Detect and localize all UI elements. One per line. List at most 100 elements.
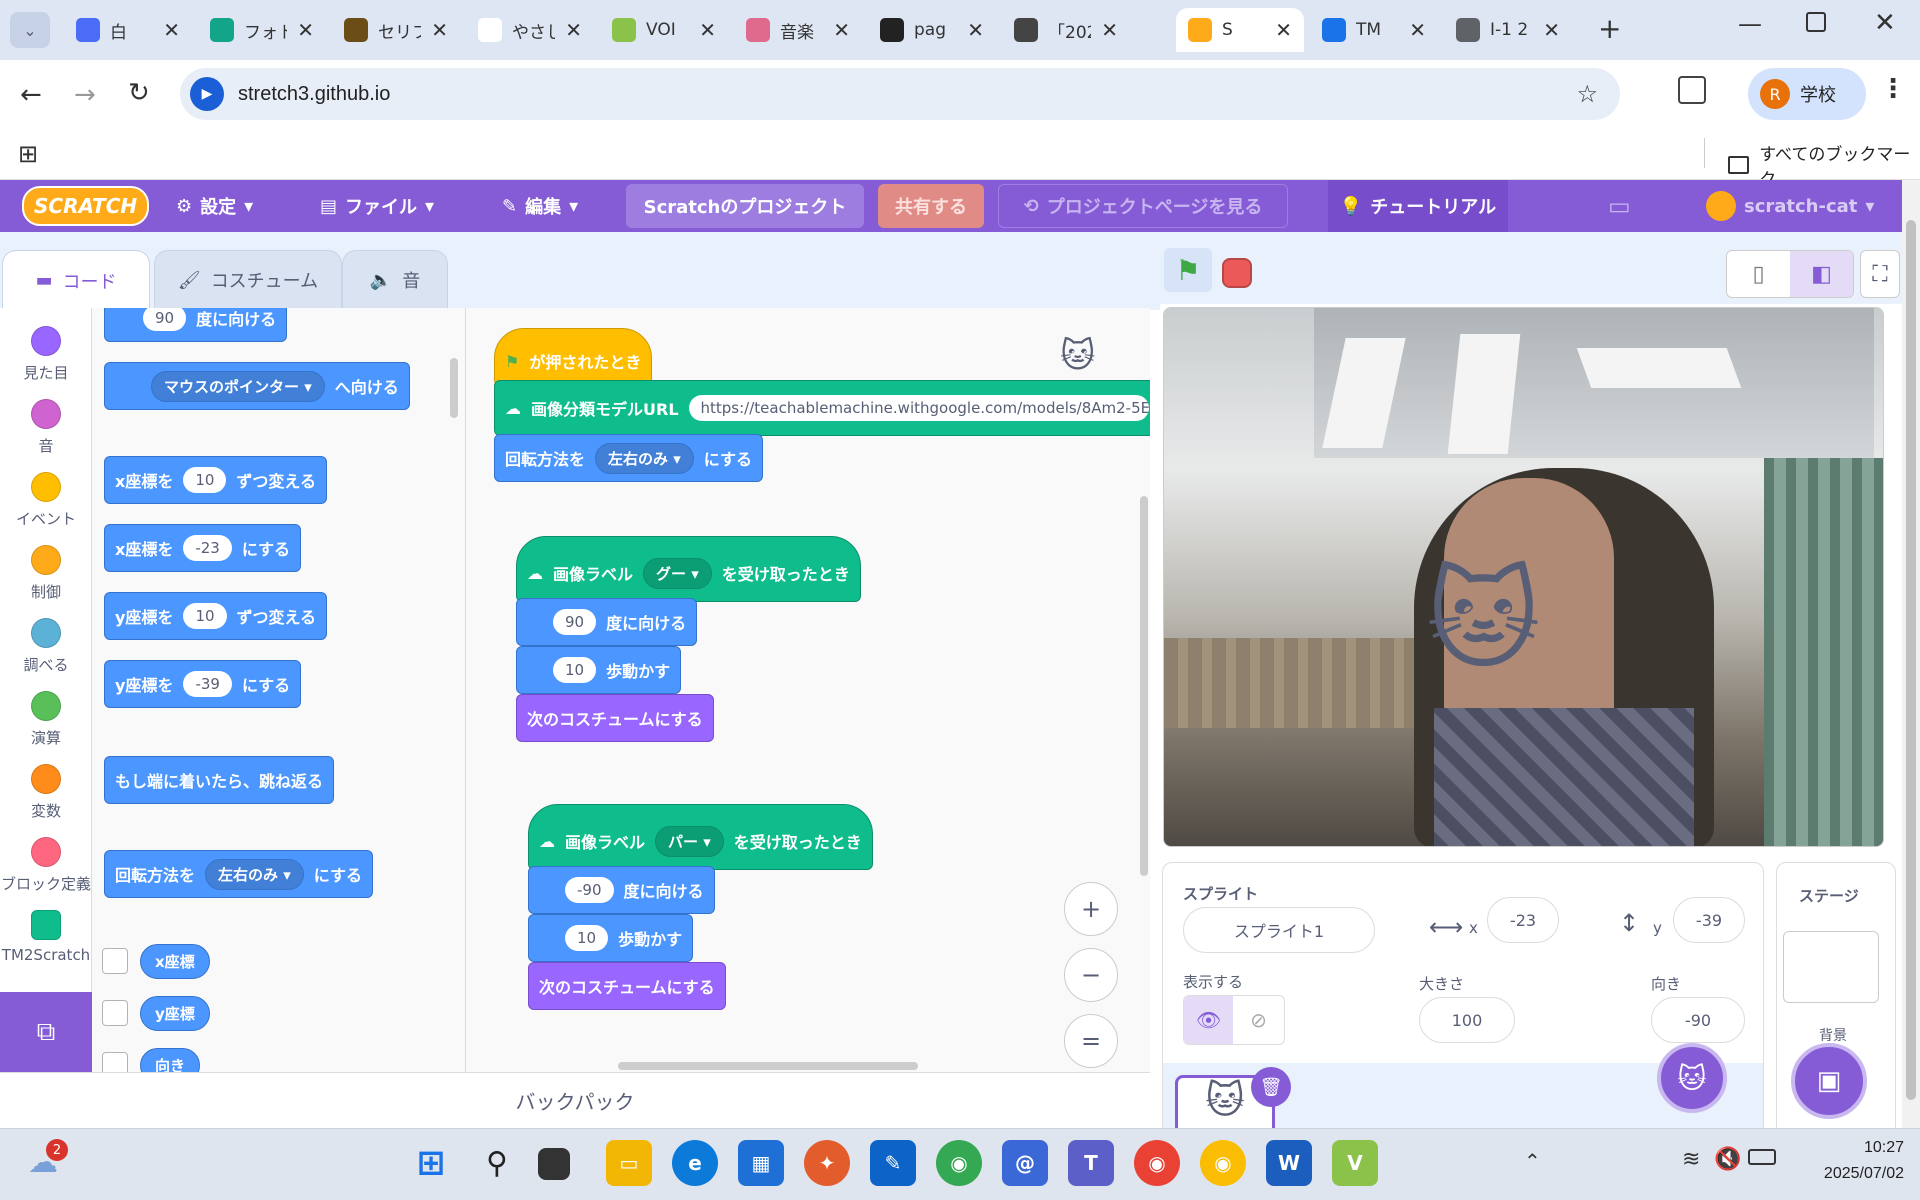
block-bounce[interactable]: もし端に着いたら、跳ね返る (104, 756, 335, 804)
restore-button[interactable] (1806, 12, 1826, 32)
block-move-steps[interactable]: 10 歩動かす (516, 646, 682, 694)
my-stuff-folder-icon[interactable]: ▭ (1608, 180, 1631, 232)
browser-tab[interactable]: S ✕ (1176, 8, 1304, 52)
tab-close-icon[interactable]: ✕ (833, 18, 850, 42)
category-2[interactable]: 音 (0, 399, 92, 456)
small-stage-button[interactable]: ▯ (1727, 251, 1790, 297)
tab-close-icon[interactable]: ✕ (1101, 18, 1118, 42)
y-input[interactable]: -39 (1673, 897, 1745, 943)
block-set-rotation[interactable]: 回転方法を 左右のみ ▾ にする (104, 850, 373, 898)
windows-start-icon[interactable]: ⊞ (408, 1140, 454, 1186)
set-y-value[interactable]: -39 (183, 671, 232, 697)
browser-tab[interactable]: 「202 ✕ (1002, 8, 1130, 52)
project-title-input[interactable]: Scratchのプロジェクト (626, 184, 864, 228)
block-move-steps[interactable]: 10 歩動かす (528, 914, 694, 962)
chrome-profile-c-icon[interactable]: ◉ (1200, 1140, 1246, 1186)
chrome-icon[interactable]: ◉ (936, 1140, 982, 1186)
browser-tab[interactable]: TM ✕ (1310, 8, 1438, 52)
category-5[interactable]: 調べる (0, 618, 92, 675)
stage-selector[interactable]: ステージ 背景 ▣ (1776, 862, 1896, 1132)
task-view-icon[interactable] (538, 1148, 570, 1180)
tab-sounds[interactable]: 🔈 音 (342, 250, 448, 310)
tutorials-button[interactable]: 💡 チュートリアル (1328, 180, 1508, 232)
steps-value[interactable]: 10 (565, 925, 609, 951)
checkbox-y[interactable] (102, 1000, 128, 1026)
tab-close-icon[interactable]: ✕ (1543, 18, 1560, 42)
mail-icon[interactable]: @ (1002, 1140, 1048, 1186)
omnibox[interactable]: ▶ stretch3.github.io ☆ (180, 68, 1620, 120)
close-window-button[interactable]: ✕ (1874, 8, 1896, 38)
see-project-page-button[interactable]: ⟲ プロジェクトページを見る (998, 184, 1288, 228)
block-point-direction[interactable]: 90 度に向ける (516, 598, 698, 646)
category-1[interactable]: 見た目 (0, 326, 92, 383)
reporter-direction[interactable]: 向き (140, 1048, 201, 1072)
share-button[interactable]: 共有する (878, 184, 984, 228)
v-app-icon[interactable]: V (1332, 1140, 1378, 1186)
clock-date[interactable]: 2025/07/02 (1794, 1165, 1904, 1183)
show-button[interactable]: 👁 (1184, 996, 1234, 1044)
direction-value[interactable]: 90 (143, 308, 187, 331)
label-dropdown[interactable]: パー ▾ (655, 825, 724, 857)
stage-thumbnail[interactable] (1783, 931, 1879, 1003)
checkbox-x[interactable] (102, 948, 128, 974)
rotation-dropdown[interactable]: 左右のみ ▾ (595, 442, 694, 474)
point-towards-dropdown[interactable]: マウスのポインター ▾ (151, 370, 325, 402)
category-4[interactable]: 制御 (0, 545, 92, 602)
x-input[interactable]: -23 (1487, 897, 1559, 943)
edit-menu[interactable]: ✎ 編集 ▾ (502, 180, 578, 232)
direction-value[interactable]: -90 (565, 877, 614, 903)
tab-close-icon[interactable]: ✕ (967, 18, 984, 42)
category-6[interactable]: 演算 (0, 691, 92, 748)
account-menu[interactable]: scratch-cat ▾ (1706, 180, 1874, 232)
direction-value[interactable]: 90 (553, 609, 597, 635)
whiteboard-icon[interactable]: ✎ (870, 1140, 916, 1186)
browser-tab[interactable]: やさし ✕ (466, 8, 594, 52)
file-explorer-icon[interactable]: ▭ (606, 1140, 652, 1186)
minimize-button[interactable]: — (1738, 10, 1762, 38)
page-scrollbar[interactable] (1902, 180, 1920, 1128)
tab-costumes[interactable]: 🖌 コスチューム (154, 250, 342, 310)
profile-button[interactable]: R 学校 (1748, 68, 1866, 120)
tab-close-icon[interactable]: ✕ (699, 18, 716, 42)
delete-sprite-button[interactable]: 🗑 (1251, 1067, 1291, 1107)
model-url-input[interactable]: https://teachablemachine.withgoogle.com/… (688, 395, 1149, 421)
backpack[interactable]: バックパック (0, 1072, 1150, 1128)
bookmark-star-icon[interactable]: ☆ (1576, 80, 1598, 108)
zoom-reset-button[interactable]: = (1064, 1014, 1118, 1068)
label-dropdown[interactable]: グー ▾ (643, 557, 712, 589)
app-icon[interactable]: ✦ (804, 1140, 850, 1186)
edge-browser-icon[interactable]: e (672, 1140, 718, 1186)
fullscreen-button[interactable]: ⛶ (1860, 250, 1900, 298)
block-set-y[interactable]: y座標を -39 にする (104, 660, 302, 708)
browser-tab[interactable]: セリフ ✕ (332, 8, 460, 52)
back-button[interactable]: ← (20, 80, 42, 110)
workspace-horizontal-scrollbar[interactable] (618, 1062, 918, 1070)
tab-close-icon[interactable]: ✕ (163, 18, 180, 42)
tab-close-icon[interactable]: ✕ (431, 18, 448, 42)
block-when-flag-clicked[interactable]: ⚑ が押されたとき (494, 328, 653, 386)
sprite-name-input[interactable]: スプライト1 (1183, 907, 1375, 953)
block-point-direction[interactable]: 90 度に向ける (104, 308, 288, 342)
browser-tab[interactable]: I-1 2 ✕ (1444, 8, 1572, 52)
chrome-profile-r-icon[interactable]: ◉ (1134, 1140, 1180, 1186)
browser-tab[interactable]: pag ✕ (868, 8, 996, 52)
extensions-icon[interactable] (1678, 76, 1706, 104)
zoom-out-button[interactable]: − (1064, 948, 1118, 1002)
word-icon[interactable]: W (1266, 1140, 1312, 1186)
battery-icon[interactable] (1748, 1149, 1776, 1165)
search-icon[interactable]: ⚲ (474, 1140, 520, 1186)
hide-button[interactable]: ⊘ (1233, 996, 1284, 1044)
reload-button[interactable]: ↻ (128, 78, 150, 108)
show-hidden-icons-button[interactable]: ⌃ (1524, 1149, 1541, 1173)
apps-grid-icon[interactable]: ⊞ (18, 140, 38, 168)
speaker-muted-icon[interactable]: 🔇 (1714, 1147, 1741, 1172)
tab-code[interactable]: ▬ コード (2, 250, 150, 310)
tab-close-icon[interactable]: ✕ (297, 18, 314, 42)
store-icon[interactable]: ▦ (738, 1140, 784, 1186)
browser-tab[interactable]: VOI ✕ (600, 8, 728, 52)
stage-size-toggle[interactable]: ▯ ◧ (1726, 250, 1854, 298)
change-y-value[interactable]: 10 (183, 603, 227, 629)
block-set-x[interactable]: x座標を -23 にする (104, 524, 301, 572)
set-x-value[interactable]: -23 (183, 535, 232, 561)
block-image-classifier-url[interactable]: ☁ 画像分類モデルURL https://teachablemachine.with… (494, 380, 1150, 436)
